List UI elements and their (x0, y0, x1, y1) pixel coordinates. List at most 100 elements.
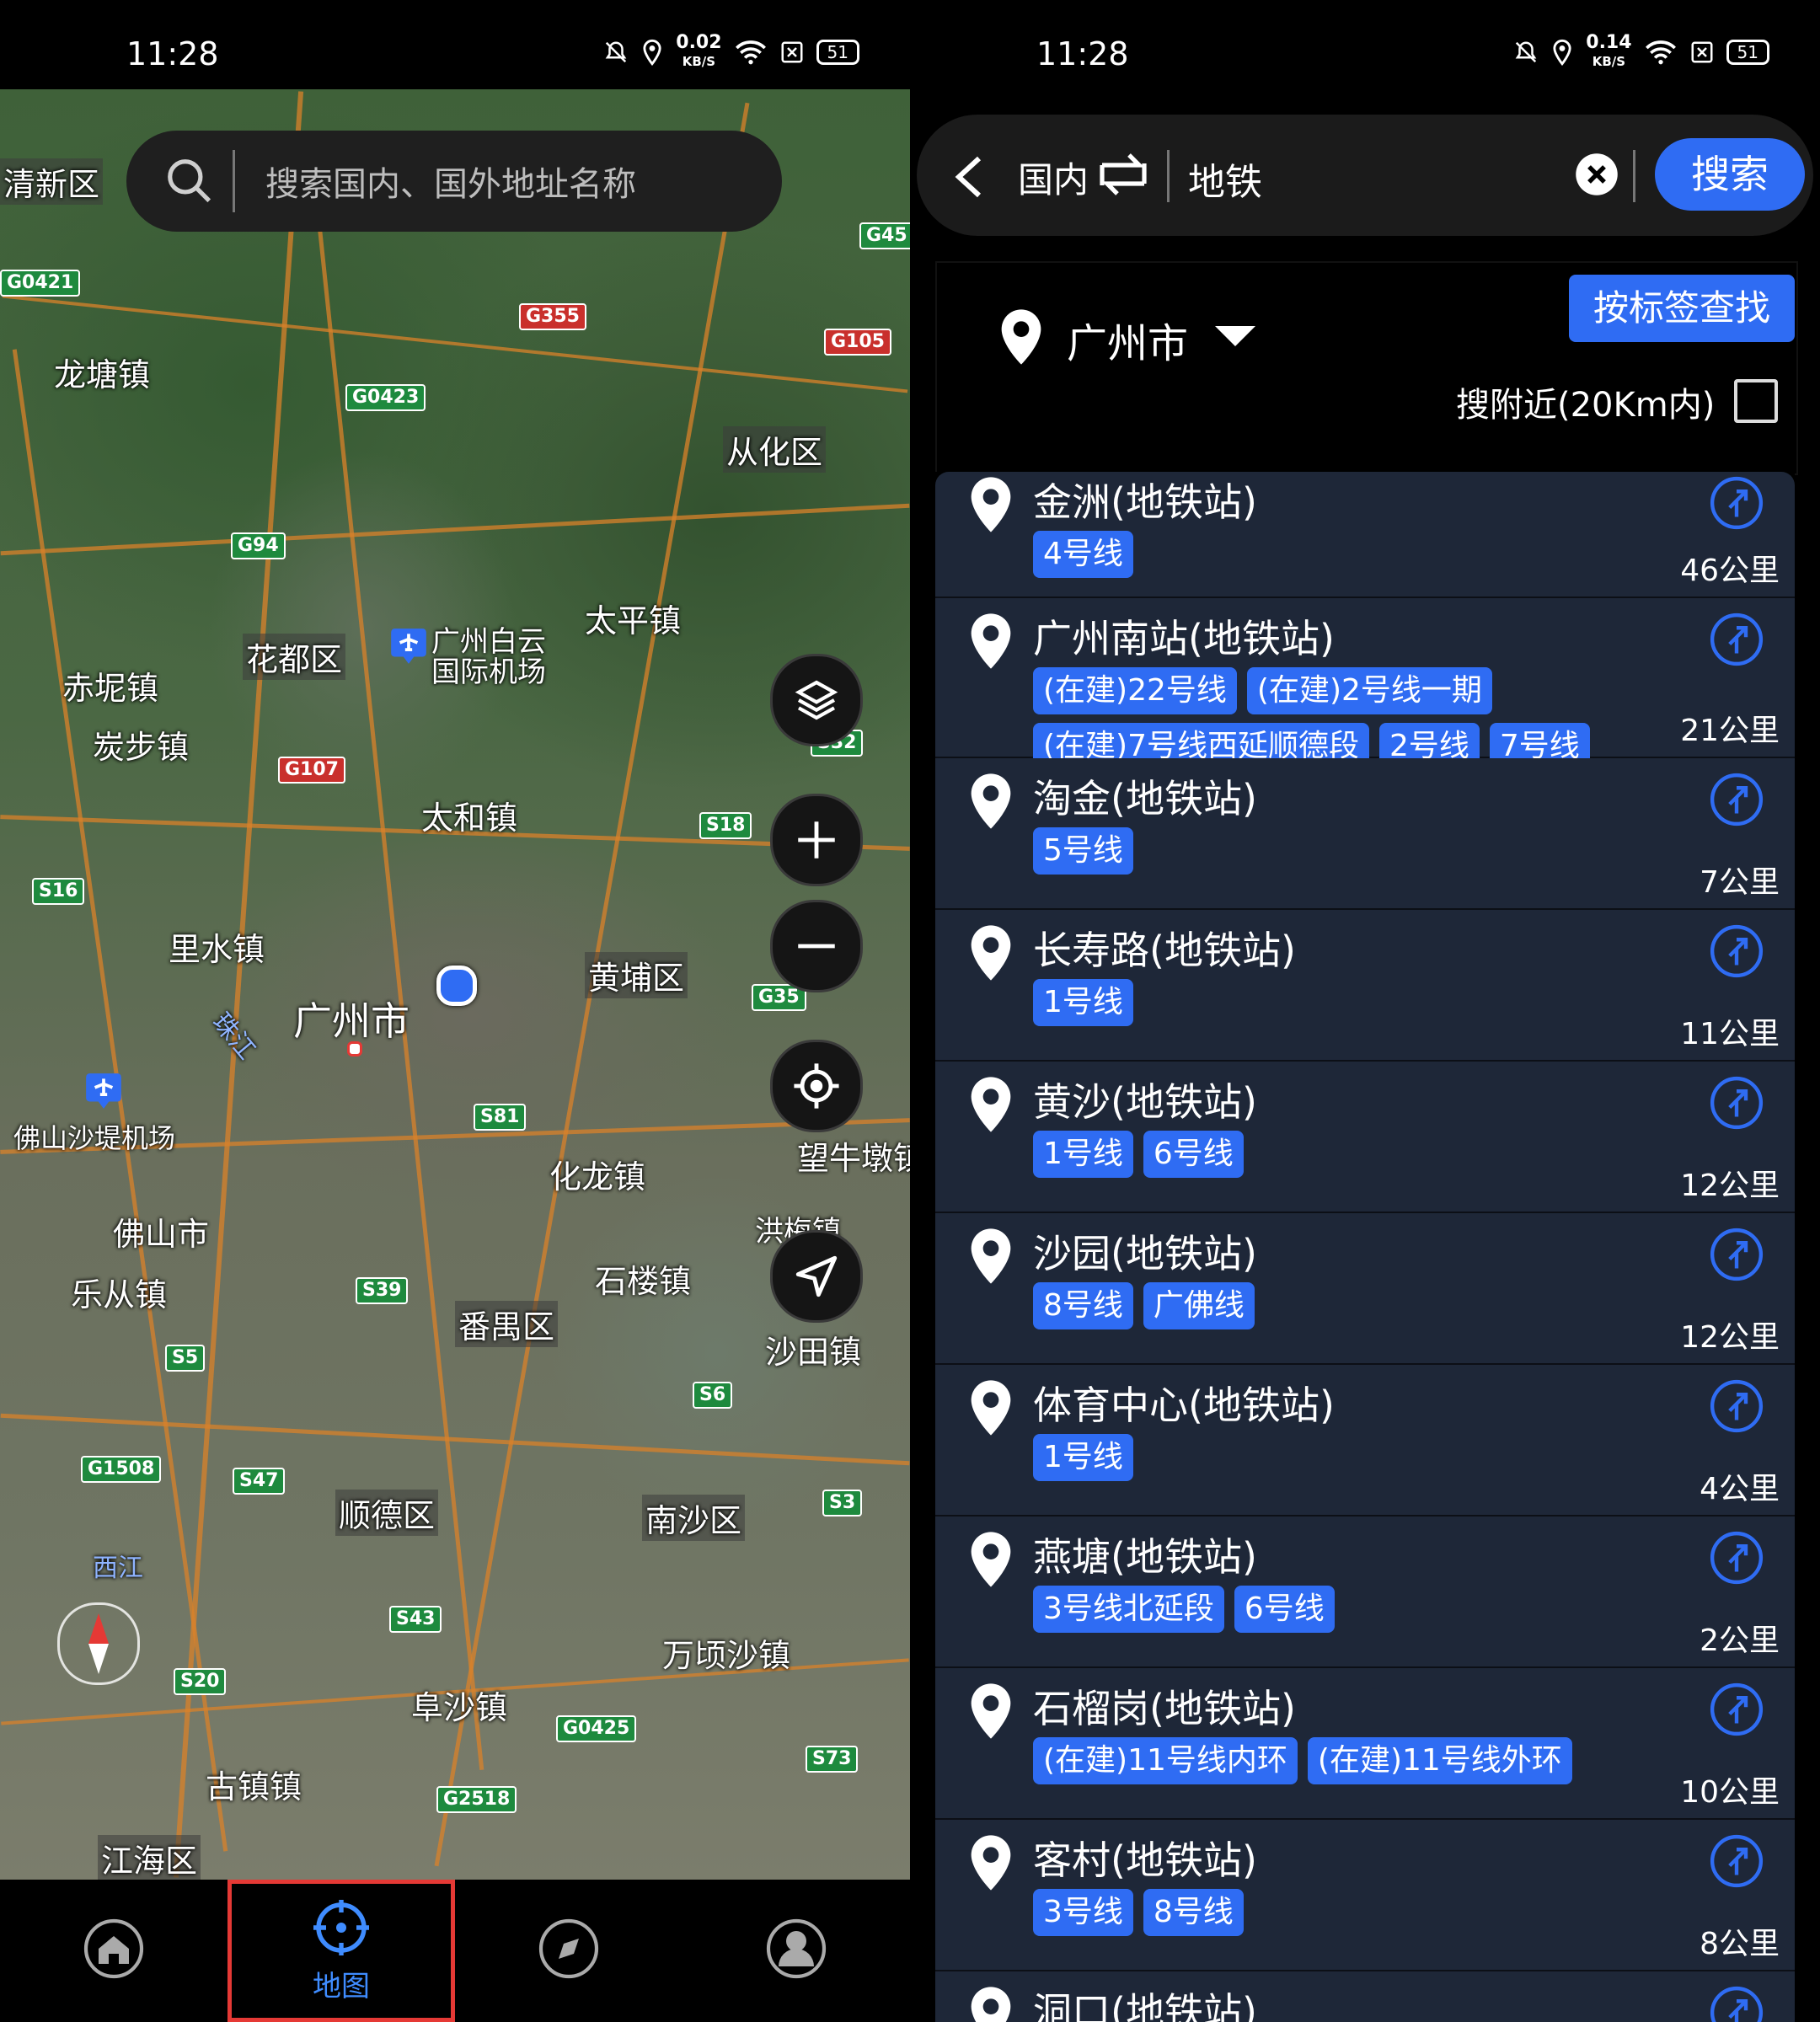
result-item[interactable]: 石榴岗(地铁站) (在建)11号线内环 (在建)11号线外环 10公里 (935, 1668, 1795, 1820)
river-label: 珠江 (206, 1008, 262, 1066)
wifi-icon (735, 40, 766, 65)
station-name: 淘金(地铁站) (1033, 776, 1257, 821)
nav-map[interactable]: 地图 (228, 1880, 455, 2022)
nav-home[interactable] (0, 1880, 228, 2022)
swap-icon[interactable] (1095, 148, 1151, 201)
location-pin-icon (971, 925, 1011, 981)
sim-off-icon (1691, 41, 1713, 63)
river-label: 西江 (93, 1554, 143, 1583)
distance-label: 21公里 (1680, 714, 1780, 748)
result-item[interactable]: 客村(地铁站) 3号线 8号线 8公里 (935, 1820, 1795, 1971)
home-icon (83, 1918, 144, 1978)
city-selector[interactable]: 广州市 (1067, 310, 1188, 369)
network-speed: 0.14 KB/S (1586, 32, 1632, 70)
station-name: 石榴岗(地铁站) (1033, 1686, 1296, 1731)
battery-icon: 51 (816, 40, 859, 65)
line-tag: 1号线 (1033, 1131, 1133, 1178)
result-item[interactable]: 体育中心(地铁站) 1号线 4公里 (935, 1365, 1795, 1516)
road-shield: G355 (519, 303, 586, 330)
route-icon[interactable] (1709, 1378, 1764, 1434)
result-item[interactable]: 长寿路(地铁站) 1号线 11公里 (935, 910, 1795, 1062)
nav-profile[interactable] (682, 1880, 910, 2022)
navigation-arrow-icon (795, 1255, 838, 1297)
dropdown-caret-icon[interactable] (1215, 326, 1255, 346)
line-tags: 3号线北延段 6号线 (1033, 1586, 1640, 1633)
road-shield: G2518 (436, 1786, 517, 1813)
status-icons: 0.14 KB/S 51 (1513, 34, 1769, 71)
results-list[interactable]: 金洲(地铁站) 4号线 46公里 广州南站(地铁站) (在建)22号线 (在建)2号线一期… (935, 472, 1795, 2022)
route-icon[interactable] (1709, 923, 1764, 979)
road-shield: S43 (389, 1606, 442, 1633)
route-icon[interactable] (1709, 612, 1764, 667)
crosshair-icon (313, 1900, 369, 1955)
zoom-in-button[interactable] (770, 794, 863, 886)
map-label: 里水镇 (169, 931, 265, 968)
user-icon (766, 1918, 827, 1978)
route-icon[interactable] (1709, 1833, 1764, 1889)
nearby-checkbox[interactable] (1734, 379, 1778, 423)
result-item[interactable]: 洞口(地铁站) (935, 1971, 1795, 2022)
find-by-tag-button[interactable]: 按标签查找 (1569, 275, 1795, 342)
route-icon[interactable] (1709, 1682, 1764, 1737)
route-icon[interactable] (1709, 772, 1764, 827)
line-tags: 1号线 6号线 (1033, 1131, 1640, 1178)
zoom-out-button[interactable] (770, 900, 863, 992)
clear-icon[interactable] (1574, 152, 1619, 197)
location-icon (643, 39, 661, 66)
result-item[interactable]: 黄沙(地铁站) 1号线 6号线 12公里 (935, 1062, 1795, 1213)
map-label: 佛山市 (113, 1216, 210, 1253)
result-item[interactable]: 金洲(地铁站) 4号线 46公里 (935, 472, 1795, 598)
result-item[interactable]: 沙园(地铁站) 8号线 广佛线 12公里 (935, 1213, 1795, 1365)
distance-label: 46公里 (1680, 554, 1780, 588)
distance-label: 2公里 (1700, 1623, 1780, 1658)
scope-selector[interactable]: 国内 (1018, 152, 1089, 203)
road-shield: S39 (356, 1277, 409, 1304)
locate-button[interactable] (770, 1040, 863, 1132)
search-query-input[interactable]: 地铁 (1188, 152, 1262, 206)
filter-panel: 广州市 按标签查找 搜附近(20Km内) (935, 261, 1798, 475)
map-search-bar[interactable]: 搜索国内、国外地址名称 (126, 131, 782, 232)
route-icon[interactable] (1709, 1075, 1764, 1131)
route-icon[interactable] (1709, 1530, 1764, 1586)
road-shield: G105 (824, 329, 891, 356)
status-bar: 11:28 0.02 KB/S 51 (0, 0, 910, 89)
distance-label: 12公里 (1680, 1169, 1780, 1203)
airport-icon (86, 1073, 121, 1109)
city-marker (347, 1041, 362, 1056)
result-item[interactable]: 燕塘(地铁站) 3号线北延段 6号线 2公里 (935, 1516, 1795, 1668)
road-shield: G0421 (0, 270, 81, 297)
line-tag: 8号线 (1033, 1282, 1133, 1329)
compass[interactable] (57, 1602, 140, 1685)
distance-label: 11公里 (1680, 1017, 1780, 1051)
station-name: 体育中心(地铁站) (1033, 1383, 1335, 1428)
result-item[interactable]: 广州南站(地铁站) (在建)22号线 (在建)2号线一期 (在建)7号线西延顺德段 2号… (935, 598, 1795, 770)
station-name: 广州南站(地铁站) (1033, 616, 1335, 661)
location-pin-icon (1001, 309, 1041, 365)
satellite-map[interactable]: 清新区 龙塘镇 从化区 花都区 广州白云 国际机场 太平镇 赤坭镇 炭步镇 太和… (0, 89, 910, 1880)
map-label: 古镇镇 (206, 1768, 302, 1805)
route-icon[interactable] (1709, 475, 1764, 531)
route-icon[interactable] (1709, 1227, 1764, 1282)
line-tags: 1号线 (1033, 1434, 1640, 1481)
layers-button[interactable] (770, 654, 863, 746)
road-shield: G1508 (81, 1456, 162, 1483)
road-shield: S6 (693, 1382, 733, 1409)
location-pin-icon (971, 1077, 1011, 1132)
plus-icon (798, 821, 835, 859)
navigate-button[interactable] (770, 1230, 863, 1323)
route-icon[interactable] (1709, 1985, 1764, 2022)
search-button[interactable]: 搜索 (1655, 138, 1805, 211)
result-item[interactable]: 淘金(地铁站) 5号线 7公里 (935, 758, 1795, 910)
nav-discover[interactable] (455, 1880, 682, 2022)
road-shield: S73 (806, 1746, 859, 1773)
airport-icon (391, 629, 426, 664)
line-tag: 1号线 (1033, 979, 1133, 1026)
road-shield: G0423 (345, 384, 426, 411)
search-placeholder[interactable]: 搜索国内、国外地址名称 (265, 157, 636, 206)
road-shield: S16 (32, 878, 85, 905)
compass-needle-icon (88, 1613, 109, 1674)
location-pin-icon (971, 1835, 1011, 1891)
line-tags: 1号线 (1033, 979, 1640, 1026)
status-bar: 11:28 0.14 KB/S 51 (910, 0, 1820, 89)
back-arrow-icon[interactable] (954, 155, 984, 199)
